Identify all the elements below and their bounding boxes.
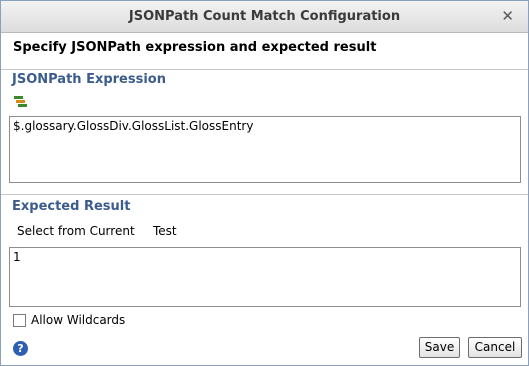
- dialog-header: Specify JSONPath expression and expected…: [1, 33, 528, 70]
- expected-result-label: Expected Result: [12, 199, 131, 214]
- jsonpath-expression-label: JSONPath Expression: [12, 72, 166, 87]
- test-button[interactable]: Test: [153, 224, 177, 238]
- expected-result-input[interactable]: 1: [9, 247, 521, 307]
- save-button[interactable]: Save: [419, 337, 460, 358]
- allow-wildcards-checkbox[interactable]: [13, 314, 26, 327]
- select-from-current-button[interactable]: Select from Current: [17, 224, 135, 238]
- close-icon[interactable]: ✕: [501, 7, 514, 25]
- allow-wildcards-label[interactable]: Allow Wildcards: [31, 313, 125, 327]
- dialog-window: JSONPath Count Match Configuration ✕ Spe…: [0, 0, 529, 366]
- section-divider: [1, 194, 528, 195]
- dialog-title: JSONPath Count Match Configuration: [128, 9, 401, 24]
- title-bar[interactable]: JSONPath Count Match Configuration ✕: [1, 1, 528, 33]
- help-icon[interactable]: ?: [13, 341, 28, 356]
- header-text: Specify JSONPath expression and expected…: [13, 40, 377, 55]
- tree-icon[interactable]: [14, 96, 28, 108]
- cancel-button[interactable]: Cancel: [468, 337, 522, 358]
- jsonpath-expression-input[interactable]: $.glossary.GlossDiv.GlossList.GlossEntry: [9, 116, 521, 183]
